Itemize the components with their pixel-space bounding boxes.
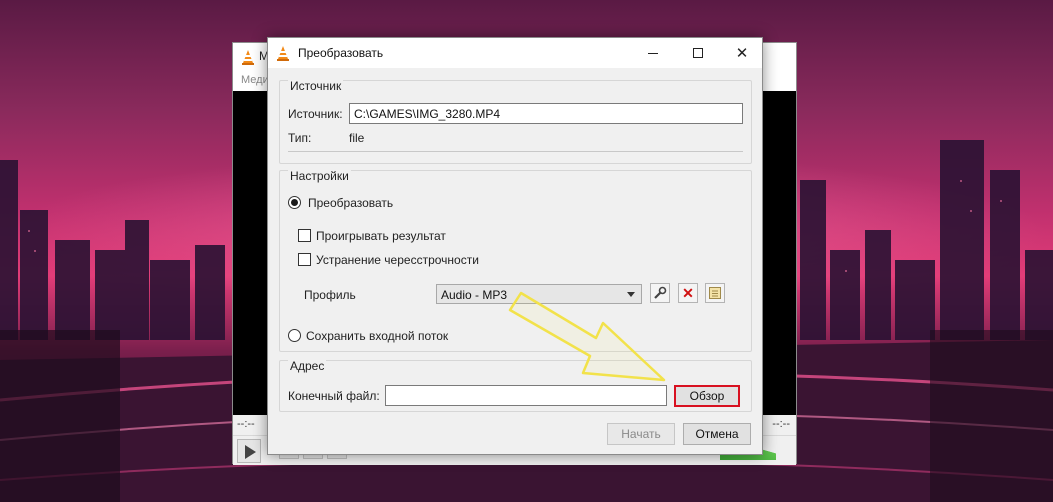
close-icon: ✕ xyxy=(735,45,749,62)
type-value: file xyxy=(349,131,365,145)
convert-dialog: Преобразовать ✕ Источник Источник: C:\GA… xyxy=(267,37,763,455)
minimize-button[interactable] xyxy=(631,38,675,68)
edit-profile-button[interactable] xyxy=(650,283,670,303)
delete-icon: ✕ xyxy=(682,285,694,301)
browse-button[interactable]: Обзор xyxy=(674,385,740,407)
time-elapsed: --:-- xyxy=(237,418,255,430)
vlc-cone-icon xyxy=(277,46,289,61)
source-group-title: Источник xyxy=(288,79,344,93)
time-total: --:-- xyxy=(772,418,790,430)
profile-select[interactable]: Audio - MP3 xyxy=(436,284,642,304)
play-result-checkbox[interactable] xyxy=(298,229,311,242)
play-result-label[interactable]: Проигрывать результат xyxy=(316,229,446,243)
close-button[interactable]: ✕ xyxy=(720,38,764,68)
type-label: Тип: xyxy=(288,131,312,145)
settings-group: Настройки Преобразовать Проигрывать резу… xyxy=(279,169,752,352)
deinterlace-checkbox[interactable] xyxy=(298,253,311,266)
deinterlace-label[interactable]: Устранение чересстрочности xyxy=(316,253,479,267)
dest-file-label: Конечный файл: xyxy=(288,389,380,403)
dest-file-input[interactable] xyxy=(385,385,667,406)
new-profile-button[interactable] xyxy=(705,283,725,303)
play-button[interactable] xyxy=(237,439,261,463)
menu-media[interactable]: Меди xyxy=(241,74,269,86)
source-label: Источник: xyxy=(288,107,343,121)
start-button[interactable]: Начать xyxy=(607,423,675,445)
profile-select-value: Audio - MP3 xyxy=(441,288,508,302)
save-stream-label[interactable]: Сохранить входной поток xyxy=(306,329,448,343)
vlc-cone-icon xyxy=(242,50,254,65)
maximize-button[interactable] xyxy=(676,38,720,68)
settings-group-title: Настройки xyxy=(288,169,351,183)
source-separator xyxy=(288,151,743,152)
maximize-icon xyxy=(693,48,703,58)
dialog-titlebar[interactable]: Преобразовать ✕ xyxy=(268,38,762,68)
cancel-button[interactable]: Отмена xyxy=(683,423,751,445)
minimize-icon xyxy=(648,52,658,54)
new-profile-icon xyxy=(709,287,721,299)
dropdown-arrow-icon xyxy=(627,292,635,297)
save-stream-radio[interactable] xyxy=(288,329,301,342)
profile-label: Профиль xyxy=(304,288,356,302)
dialog-title: Преобразовать xyxy=(298,46,384,60)
address-group-title: Адрес xyxy=(288,359,327,373)
source-group: Источник Источник: C:\GAMES\IMG_3280.MP4… xyxy=(279,79,752,164)
source-path-field[interactable]: C:\GAMES\IMG_3280.MP4 xyxy=(349,103,743,124)
delete-profile-button[interactable]: ✕ xyxy=(678,283,698,303)
convert-radio-label[interactable]: Преобразовать xyxy=(308,196,393,210)
convert-radio[interactable] xyxy=(288,196,301,209)
wrench-icon xyxy=(654,286,667,299)
